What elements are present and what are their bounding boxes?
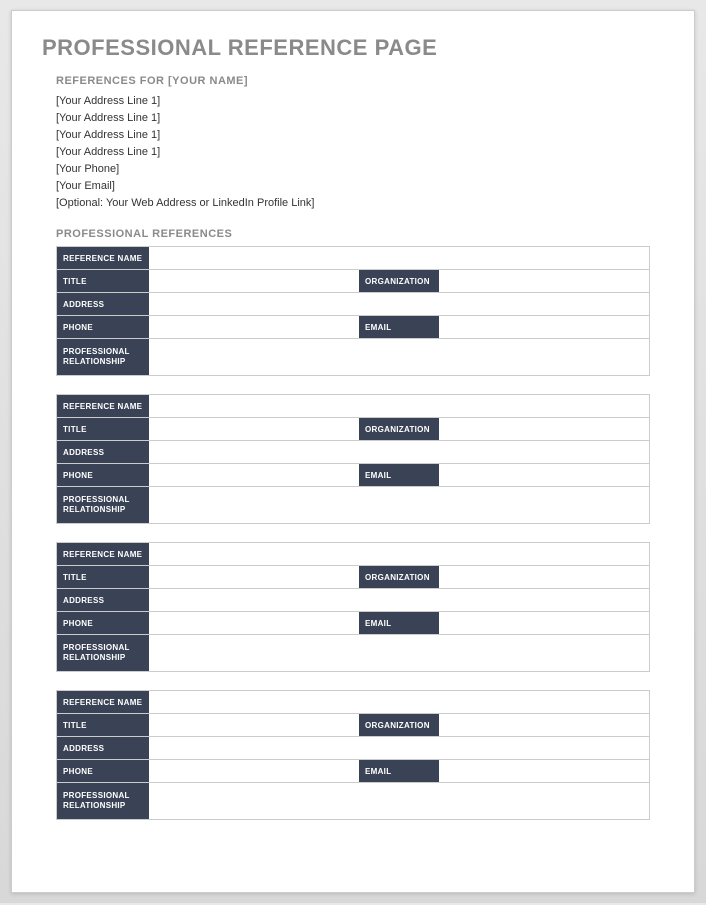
field-phone[interactable] xyxy=(149,760,359,782)
label-email: EMAIL xyxy=(359,760,439,782)
label-phone: PHONE xyxy=(57,760,149,782)
label-organization: ORGANIZATION xyxy=(359,270,439,292)
field-title[interactable] xyxy=(149,270,359,292)
field-email[interactable] xyxy=(439,760,649,782)
label-relationship: PROFESSIONAL RELATIONSHIP xyxy=(57,783,149,819)
reference-block: REFERENCE NAME TITLE ORGANIZATION ADDRES… xyxy=(56,246,650,376)
references-for-header: REFERENCES FOR [YOUR NAME] xyxy=(56,75,664,87)
label-address: ADDRESS xyxy=(57,441,149,463)
label-address: ADDRESS xyxy=(57,737,149,759)
label-title: TITLE xyxy=(57,270,149,292)
field-title[interactable] xyxy=(149,566,359,588)
label-reference-name: REFERENCE NAME xyxy=(57,691,149,713)
field-address[interactable] xyxy=(149,441,649,463)
field-relationship[interactable] xyxy=(149,635,649,671)
label-organization: ORGANIZATION xyxy=(359,714,439,736)
field-organization[interactable] xyxy=(439,270,649,292)
label-address: ADDRESS xyxy=(57,293,149,315)
field-title[interactable] xyxy=(149,714,359,736)
contact-line: [Your Address Line 1] xyxy=(56,93,664,110)
label-address: ADDRESS xyxy=(57,589,149,611)
label-reference-name: REFERENCE NAME xyxy=(57,395,149,417)
field-email[interactable] xyxy=(439,316,649,338)
field-address[interactable] xyxy=(149,589,649,611)
label-phone: PHONE xyxy=(57,464,149,486)
label-email: EMAIL xyxy=(359,612,439,634)
field-relationship[interactable] xyxy=(149,487,649,523)
label-organization: ORGANIZATION xyxy=(359,418,439,440)
label-title: TITLE xyxy=(57,714,149,736)
field-reference-name[interactable] xyxy=(149,247,649,269)
reference-block: REFERENCE NAME TITLE ORGANIZATION ADDRES… xyxy=(56,394,650,524)
page-title: PROFESSIONAL REFERENCE PAGE xyxy=(42,35,664,61)
field-reference-name[interactable] xyxy=(149,395,649,417)
field-email[interactable] xyxy=(439,464,649,486)
label-phone: PHONE xyxy=(57,612,149,634)
field-organization[interactable] xyxy=(439,566,649,588)
contact-line: [Your Address Line 1] xyxy=(56,127,664,144)
field-phone[interactable] xyxy=(149,316,359,338)
label-reference-name: REFERENCE NAME xyxy=(57,543,149,565)
contact-line: [Optional: Your Web Address or LinkedIn … xyxy=(56,195,664,212)
contact-line: [Your Address Line 1] xyxy=(56,110,664,127)
field-phone[interactable] xyxy=(149,464,359,486)
document-page: PROFESSIONAL REFERENCE PAGE REFERENCES F… xyxy=(11,10,695,893)
label-email: EMAIL xyxy=(359,316,439,338)
field-phone[interactable] xyxy=(149,612,359,634)
contact-line: [Your Phone] xyxy=(56,161,664,178)
label-reference-name: REFERENCE NAME xyxy=(57,247,149,269)
label-relationship: PROFESSIONAL RELATIONSHIP xyxy=(57,339,149,375)
reference-block: REFERENCE NAME TITLE ORGANIZATION ADDRES… xyxy=(56,542,650,672)
contact-line: [Your Address Line 1] xyxy=(56,144,664,161)
reference-block: REFERENCE NAME TITLE ORGANIZATION ADDRES… xyxy=(56,690,650,820)
field-organization[interactable] xyxy=(439,714,649,736)
professional-references-header: PROFESSIONAL REFERENCES xyxy=(56,228,664,240)
field-relationship[interactable] xyxy=(149,339,649,375)
contact-line: [Your Email] xyxy=(56,178,664,195)
label-phone: PHONE xyxy=(57,316,149,338)
field-reference-name[interactable] xyxy=(149,543,649,565)
field-relationship[interactable] xyxy=(149,783,649,819)
field-address[interactable] xyxy=(149,293,649,315)
field-title[interactable] xyxy=(149,418,359,440)
contact-block: [Your Address Line 1] [Your Address Line… xyxy=(56,93,664,212)
label-title: TITLE xyxy=(57,566,149,588)
label-title: TITLE xyxy=(57,418,149,440)
label-relationship: PROFESSIONAL RELATIONSHIP xyxy=(57,487,149,523)
label-email: EMAIL xyxy=(359,464,439,486)
field-address[interactable] xyxy=(149,737,649,759)
field-organization[interactable] xyxy=(439,418,649,440)
field-reference-name[interactable] xyxy=(149,691,649,713)
label-organization: ORGANIZATION xyxy=(359,566,439,588)
field-email[interactable] xyxy=(439,612,649,634)
label-relationship: PROFESSIONAL RELATIONSHIP xyxy=(57,635,149,671)
